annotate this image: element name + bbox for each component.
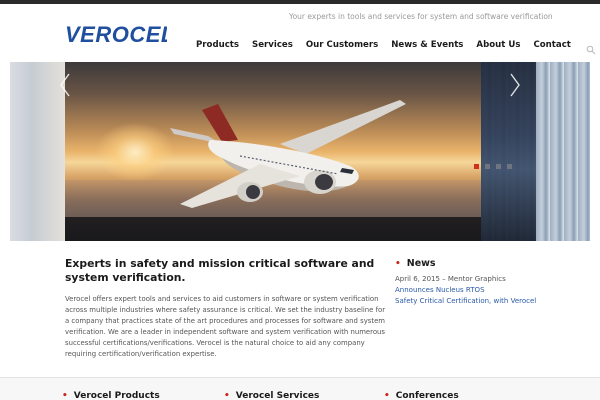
hero-caption-bar: [65, 217, 481, 241]
slider-dot-4[interactable]: [507, 164, 512, 169]
main-nav: Products Services Our Customers News & E…: [196, 40, 596, 55]
footer-conferences-label[interactable]: Conferences: [396, 391, 459, 400]
news-link-line-2[interactable]: Safety Critical Certification, with Vero…: [395, 297, 536, 305]
footer-conferences-heading[interactable]: • Conferences: [384, 391, 459, 400]
logo-text: VEROCEL: [65, 22, 167, 47]
slider-dot-3[interactable]: [496, 164, 501, 169]
footer-services-label[interactable]: Verocel Services: [236, 391, 320, 400]
slider-prev-arrow[interactable]: [58, 72, 72, 98]
slider-dot-1[interactable]: [474, 164, 479, 169]
nav-news-events[interactable]: News & Events: [391, 40, 463, 50]
footer-bullet-icon: •: [62, 391, 68, 400]
news-date-line: April 6, 2015 – Mentor Graphics: [395, 275, 506, 283]
footer-products-label[interactable]: Verocel Products: [74, 391, 160, 400]
airplane-image: [170, 100, 406, 208]
news-heading: • News: [395, 258, 436, 269]
news-heading-label: News: [406, 258, 436, 269]
hero-slider: [10, 62, 590, 241]
nav-about-us[interactable]: About Us: [476, 40, 520, 50]
header-tagline: Your experts in tools and services for s…: [289, 12, 553, 21]
top-bar: [0, 0, 600, 4]
slider-pagination: [474, 164, 518, 169]
slider-next-arrow[interactable]: [508, 72, 522, 98]
footer-bullet-icon: •: [224, 391, 230, 400]
nav-our-customers[interactable]: Our Customers: [306, 40, 378, 50]
footer-products-heading[interactable]: • Verocel Products: [62, 391, 160, 400]
news-bullet-icon: •: [395, 259, 401, 269]
search-icon[interactable]: [586, 40, 596, 55]
nav-services[interactable]: Services: [252, 40, 293, 50]
intro-body: Verocel offers expert tools and services…: [65, 295, 386, 358]
hero-prev-slide-preview: [10, 62, 65, 241]
footer-services-heading[interactable]: • Verocel Services: [224, 391, 319, 400]
footer-bullet-icon: •: [384, 391, 390, 400]
nav-contact[interactable]: Contact: [533, 40, 570, 50]
verocel-logo[interactable]: VEROCEL: [63, 20, 167, 48]
logo-mark: VEROCEL: [65, 22, 167, 47]
nav-products[interactable]: Products: [196, 40, 239, 50]
intro-heading: Experts in safety and mission critical s…: [65, 257, 375, 284]
slider-dot-2[interactable]: [485, 164, 490, 169]
news-link-line-1[interactable]: Announces Nucleus RTOS: [395, 286, 485, 294]
